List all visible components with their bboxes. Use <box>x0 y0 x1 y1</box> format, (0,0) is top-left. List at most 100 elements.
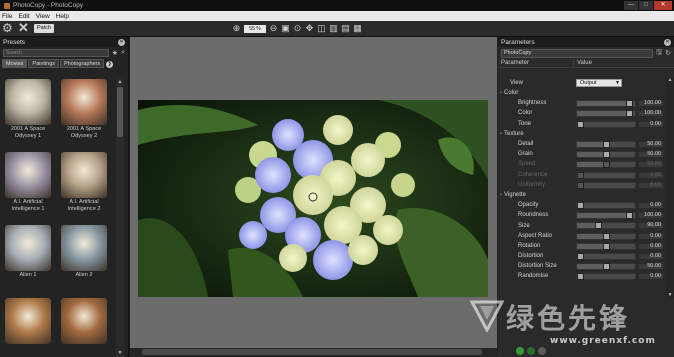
slider-knob[interactable] <box>577 273 584 281</box>
slider-knob[interactable] <box>603 263 610 271</box>
parameter-slider[interactable] <box>576 232 636 240</box>
tab-movies[interactable]: Movies <box>2 59 28 68</box>
single-view-icon[interactable]: ▤ <box>341 24 350 33</box>
image-canvas[interactable] <box>130 37 497 348</box>
parameter-value-field[interactable]: 0.00 <box>638 273 664 281</box>
slider-knob[interactable] <box>626 212 633 220</box>
close-window-button[interactable]: ✕ <box>654 1 672 10</box>
preset-item[interactable]: 2001 A Space Odyssey 2 <box>58 79 110 140</box>
patch-button[interactable]: Patch <box>34 23 55 33</box>
menu-edit[interactable]: Edit <box>18 13 29 20</box>
close-parameters-icon[interactable]: ✕ <box>664 38 671 46</box>
parameter-slider[interactable] <box>576 242 636 250</box>
parameter-slider[interactable] <box>576 273 636 281</box>
parameter-value-field[interactable]: 100.00 <box>638 110 664 118</box>
parameter-slider[interactable] <box>576 120 636 128</box>
slider-knob[interactable] <box>577 202 584 210</box>
slider-knob[interactable] <box>603 161 610 169</box>
parameter-value-field[interactable]: 0.00 <box>638 171 664 179</box>
slider-knob[interactable] <box>603 242 610 250</box>
canvas-scroll-thumb[interactable] <box>142 349 482 355</box>
compare-view-icon[interactable]: ▦ <box>353 24 362 33</box>
parameters-scrollbar[interactable]: ▲ ▼ <box>666 77 674 299</box>
slider-knob[interactable] <box>603 151 610 159</box>
parameter-slider[interactable] <box>576 140 636 148</box>
pan-icon[interactable]: ✥ <box>305 24 314 33</box>
preview-photo[interactable] <box>138 100 488 297</box>
slider-knob[interactable] <box>595 222 602 230</box>
parameter-slider[interactable] <box>576 222 636 230</box>
star-icon[interactable]: ★ <box>112 49 118 57</box>
preset-name-field[interactable]: PhotoCopy <box>501 48 654 58</box>
parameter-slider[interactable] <box>576 100 636 108</box>
preset-thumbnail[interactable] <box>5 152 51 198</box>
parameter-slider[interactable] <box>576 212 636 220</box>
preset-item[interactable] <box>58 298 110 345</box>
preset-thumbnail[interactable] <box>5 225 51 271</box>
scroll-up-icon[interactable]: ▲ <box>116 79 124 86</box>
zoom-actual-icon[interactable]: ⊙ <box>293 24 302 33</box>
tabs-scroll-icon[interactable]: ❯ <box>106 61 114 68</box>
maximize-button[interactable]: □ <box>639 1 653 10</box>
view-select[interactable]: Output ▼ <box>576 79 622 87</box>
side-by-side-icon[interactable]: ▥ <box>329 24 338 33</box>
parameter-value-field[interactable]: 50.00 <box>638 263 664 271</box>
slider-knob[interactable] <box>626 100 633 108</box>
preset-item[interactable]: 2001 A Space Odyssey 1 <box>2 79 54 140</box>
parameter-value-field[interactable]: 0.00 <box>638 232 664 240</box>
slider-knob[interactable] <box>577 171 584 179</box>
presets-scrollbar[interactable]: ▲ ▼ <box>116 79 124 357</box>
params-scroll-up-icon[interactable]: ▲ <box>666 77 674 84</box>
parameter-slider[interactable] <box>576 181 636 189</box>
parameter-slider[interactable] <box>576 110 636 118</box>
presets-search-input[interactable]: Search <box>3 48 109 57</box>
parameter-slider[interactable] <box>576 161 636 169</box>
group-label[interactable]: Texture <box>498 131 574 137</box>
canvas-horizontal-scrollbar[interactable] <box>130 348 497 357</box>
slider-knob[interactable] <box>577 181 584 189</box>
parameter-value-field[interactable]: 0.00 <box>638 253 664 260</box>
preset-item[interactable] <box>2 298 54 345</box>
presets-scroll-thumb[interactable] <box>117 87 123 137</box>
slider-knob[interactable] <box>577 120 584 128</box>
preset-thumbnail[interactable] <box>61 152 107 198</box>
slider-knob[interactable] <box>603 232 610 240</box>
preset-thumbnail[interactable] <box>5 79 51 125</box>
preset-item[interactable]: Alien 1 <box>2 225 54 279</box>
reset-icon[interactable]: ↻ <box>665 49 671 57</box>
parameter-value-field[interactable]: 100.00 <box>638 100 664 108</box>
close-presets-icon[interactable]: ✕ <box>118 38 125 46</box>
minimize-button[interactable]: — <box>624 1 638 10</box>
parameter-value-field[interactable]: 50.00 <box>638 151 664 159</box>
parameter-slider[interactable] <box>576 253 636 260</box>
menu-view[interactable]: View <box>36 13 50 20</box>
preset-item[interactable]: A.I. Artificial Intelligence 1 <box>2 152 54 213</box>
slider-knob[interactable] <box>626 110 633 118</box>
slider-knob[interactable] <box>577 253 584 260</box>
tab-paintings[interactable]: Paintings <box>28 59 60 68</box>
preset-item[interactable]: A.I. Artificial Intelligence 2 <box>58 152 110 213</box>
scroll-down-icon[interactable]: ▼ <box>116 350 124 357</box>
parameter-slider[interactable] <box>576 171 636 179</box>
menu-file[interactable]: File <box>2 13 12 20</box>
search-icon[interactable]: ⌕ <box>121 49 125 57</box>
parameter-value-field[interactable]: 50.00 <box>638 140 664 148</box>
group-label[interactable]: Vignette <box>498 192 574 198</box>
parameter-value-field[interactable]: 0.00 <box>638 242 664 250</box>
tab-photographers[interactable]: Photographers <box>60 59 105 68</box>
group-label[interactable]: Color <box>498 90 574 96</box>
preset-thumbnail[interactable] <box>61 79 107 125</box>
zoom-in-icon[interactable]: ⊕ <box>232 24 241 33</box>
parameter-slider[interactable] <box>576 151 636 159</box>
close-icon[interactable]: ✕ <box>18 21 30 34</box>
preset-thumbnail[interactable] <box>5 298 51 344</box>
zoom-level-field[interactable]: 55 % <box>244 24 266 33</box>
parameter-value-field[interactable]: 0.00 <box>638 202 664 210</box>
split-view-icon[interactable]: ◫ <box>317 24 326 33</box>
zoom-out-icon[interactable]: ⊖ <box>269 24 278 33</box>
parameter-slider[interactable] <box>576 263 636 271</box>
parameter-value-field[interactable]: 0.00 <box>638 120 664 128</box>
parameter-value-field[interactable]: 0.00 <box>638 181 664 189</box>
params-scroll-down-icon[interactable]: ▼ <box>666 292 674 299</box>
menu-help[interactable]: Help <box>56 13 69 20</box>
